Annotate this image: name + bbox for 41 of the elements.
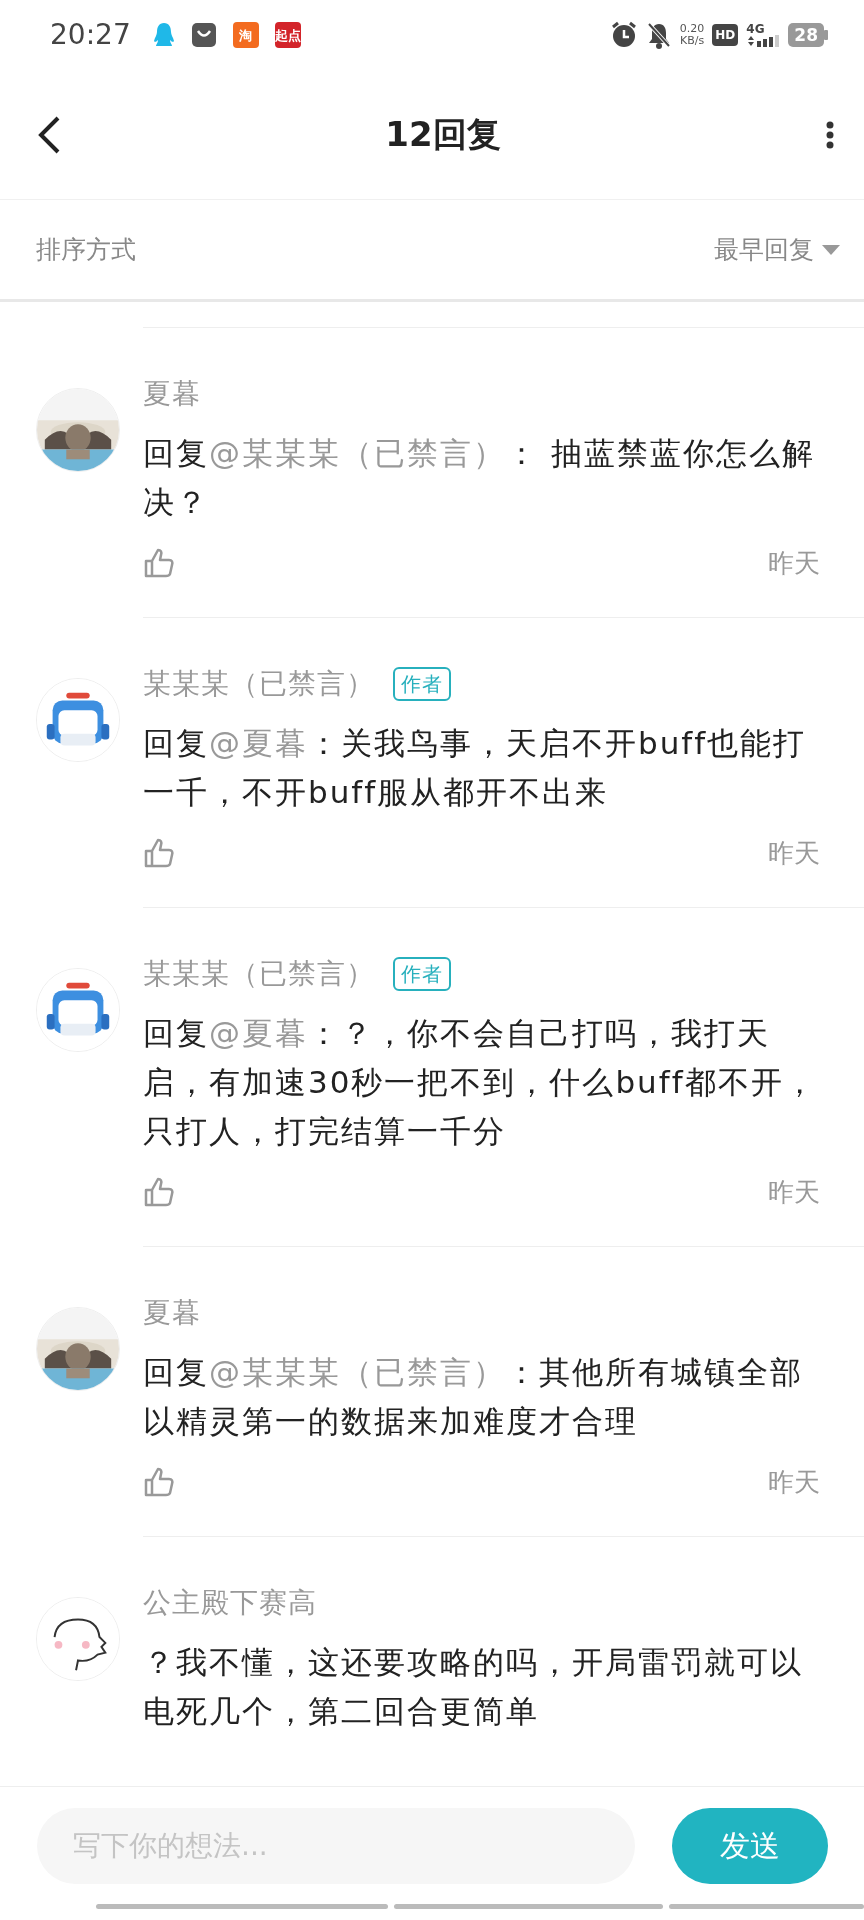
comment-time: 昨天 xyxy=(768,546,820,580)
author-name[interactable]: 公主殿下赛高 xyxy=(143,1583,317,1622)
like-button[interactable] xyxy=(143,1176,175,1208)
network-speed: 0.20 xyxy=(679,23,705,35)
page-title: 12回复 xyxy=(385,113,501,156)
muted-bell-icon xyxy=(645,21,672,49)
more-button[interactable] xyxy=(824,119,836,150)
comment-time: 昨天 xyxy=(768,1465,820,1499)
comment-text: ？我不懂，这还要攻略的吗，开局雷罚就可以电死几个，第二回合更简单 xyxy=(143,1643,804,1731)
author-tag: 作者 xyxy=(393,956,451,991)
author-tag: 作者 xyxy=(393,666,451,701)
like-button[interactable] xyxy=(143,547,175,579)
status-time: 20:27 xyxy=(50,17,131,53)
comment-time: 昨天 xyxy=(768,1175,820,1209)
like-button[interactable] xyxy=(143,1466,175,1498)
comment-text: 回复@夏暮：关我鸟事，天启不开buff也能打一千，不开buff服从都开不出来 xyxy=(143,724,808,812)
author-name[interactable]: 某某某（已禁言） xyxy=(143,664,375,703)
send-button[interactable]: 发送 xyxy=(672,1807,828,1884)
author-name[interactable]: 夏暮 xyxy=(143,374,201,413)
battery-tip-icon xyxy=(824,30,828,40)
comment-text: 回复@某某某（已禁言）：其他所有城镇全部以精灵第一的数据来加难度才合理 xyxy=(143,1353,804,1441)
app-icon[interactable]: 淘 xyxy=(232,22,259,48)
comment-text: 回复@夏暮：？，你不会自己打吗，我打天启，有加速30秒一把不到，什么buff都不开，只打人，打完结算一千分 xyxy=(143,1014,818,1151)
signal-icon xyxy=(746,35,781,47)
author-name[interactable]: 夏暮 xyxy=(143,1293,201,1332)
sort-label: 排序方式 xyxy=(36,233,136,266)
bag-icon[interactable] xyxy=(190,22,217,48)
battery-level: 28 xyxy=(788,23,824,47)
penguin-icon[interactable] xyxy=(152,21,175,49)
comment-time: 昨天 xyxy=(768,836,820,870)
speed-unit: KB/s xyxy=(679,35,705,47)
like-button[interactable] xyxy=(143,837,175,869)
hd-badge: HD xyxy=(712,24,739,46)
comment-text: 回复@某某某（已禁言）： 抽蓝禁蓝你怎么解决？ xyxy=(143,434,816,522)
alarm-icon xyxy=(609,21,638,49)
app-icon[interactable]: 起点 xyxy=(274,22,301,48)
caret-icon xyxy=(822,244,840,255)
back-button[interactable] xyxy=(36,114,62,155)
author-name[interactable]: 某某某（已禁言） xyxy=(143,954,375,993)
sort-dropdown[interactable]: 最早回复 xyxy=(714,230,840,269)
network-type: 4G xyxy=(746,23,765,35)
